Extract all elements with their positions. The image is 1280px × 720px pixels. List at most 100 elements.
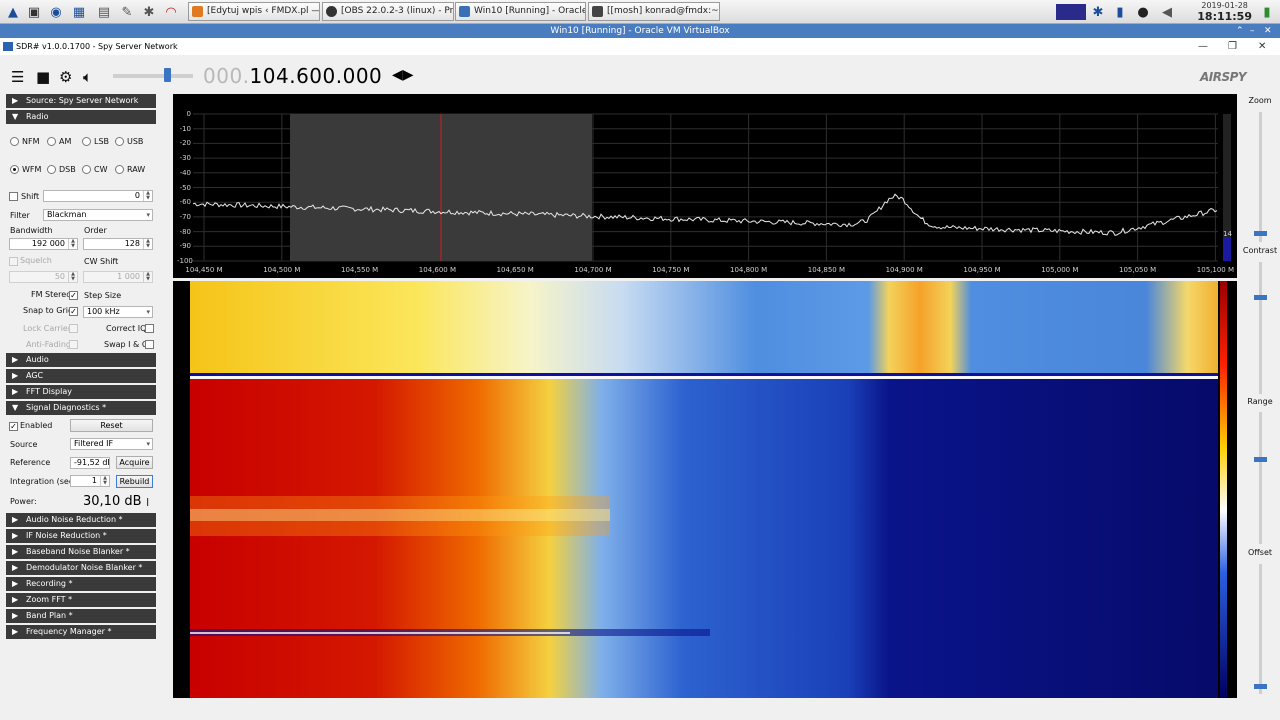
task-obs[interactable]: [OBS 22.0.2-3 (linux) - Pr... xyxy=(322,2,454,21)
battery-icon[interactable]: ▮ xyxy=(1258,3,1276,21)
zoom-slider-knob[interactable] xyxy=(1254,231,1267,236)
spectrum-plot[interactable] xyxy=(173,94,1237,278)
diag-acquire-button[interactable]: Acquire xyxy=(116,456,153,469)
virtualbox-close-icon[interactable]: ✕ xyxy=(1264,24,1272,38)
order-input[interactable]: 128 ▲ ▼ xyxy=(83,238,153,250)
clock[interactable]: 2019-01-28 18:11:59 xyxy=(1197,1,1252,23)
section-frequency-manager[interactable]: ▶ Frequency Manager * xyxy=(6,625,156,639)
squelch-label: Squelch xyxy=(20,256,52,265)
minimize-icon[interactable]: — xyxy=(1198,38,1208,55)
frequency-display[interactable]: 000.104.600.000 xyxy=(203,64,382,88)
network-launcher-icon[interactable]: ✱ xyxy=(140,3,158,21)
range-slider-knob[interactable] xyxy=(1254,457,1267,462)
cwshift-input[interactable]: 1 000 ▲ ▼ xyxy=(83,271,153,283)
shift-input[interactable]: 0 ▲ ▼ xyxy=(43,190,153,202)
lockcarrier-checkbox[interactable] xyxy=(69,324,78,333)
diag-enabled-checkbox[interactable]: ✓ xyxy=(9,422,18,431)
section-demodulator-noise-blanker[interactable]: ▶ Demodulator Noise Blanker * xyxy=(6,561,156,575)
zoom-slider[interactable] xyxy=(1259,112,1262,242)
squelch-checkbox[interactable] xyxy=(9,257,18,266)
volume-slider[interactable] xyxy=(113,74,193,78)
x-tick-label: 104,650 M xyxy=(496,266,534,274)
diag-integration-input[interactable]: 1 ▲ ▼ xyxy=(70,475,110,487)
offset-slider[interactable] xyxy=(1259,564,1262,694)
task-terminal[interactable]: [[mosh] konrad@fmdx:~] xyxy=(588,2,720,21)
spin-arrows-icon[interactable]: ▲ ▼ xyxy=(143,239,152,249)
task-firefox[interactable]: [Edytuj wpis ‹ FMDX.pl —... xyxy=(188,2,320,21)
frequency-step-arrows-icon[interactable]: ◀▶ xyxy=(392,67,414,83)
maximize-icon[interactable]: ❐ xyxy=(1228,38,1237,55)
wifi-icon[interactable]: ◠ xyxy=(162,3,180,21)
spin-arrows-icon[interactable]: ▲ ▼ xyxy=(143,272,152,282)
section-band-plan[interactable]: ▶ Band Plan * xyxy=(6,609,156,623)
close-icon[interactable]: ✕ xyxy=(1258,38,1266,55)
spin-arrows-icon[interactable]: ▲ ▼ xyxy=(100,476,109,486)
mode-lsb-radio[interactable] xyxy=(82,137,91,146)
files-launcher-icon[interactable]: ▤ xyxy=(95,3,113,21)
diag-reference-input[interactable]: -91,52 dB xyxy=(70,457,110,469)
virtualbox-pin-icon[interactable]: ⌃ xyxy=(1236,24,1244,38)
section-agc[interactable]: ▶ AGC xyxy=(6,369,156,383)
task-virtualbox[interactable]: Win10 [Running] - Oracle... xyxy=(455,2,586,21)
bluetooth-icon[interactable]: ✱ xyxy=(1089,3,1107,21)
speaker-icon[interactable]: 🔈︎ xyxy=(83,68,92,86)
shift-checkbox[interactable] xyxy=(9,192,18,201)
task-label: [[mosh] konrad@fmdx:~] xyxy=(607,6,720,16)
app-launcher-icon[interactable]: ▲ xyxy=(4,3,22,21)
frequency-digits[interactable]: 104.600.000 xyxy=(250,64,383,88)
section-signal-diagnostics[interactable]: ▼ Signal Diagnostics * xyxy=(6,401,156,415)
section-audio-noise-reduction[interactable]: ▶ Audio Noise Reduction * xyxy=(6,513,156,527)
mode-raw-radio[interactable] xyxy=(115,165,124,174)
x-tick-label: 104,500 M xyxy=(263,266,301,274)
section-baseband-noise-blanker[interactable]: ▶ Baseband Noise Blanker * xyxy=(6,545,156,559)
diag-rebuild-button[interactable]: Rebuild xyxy=(116,475,153,488)
stop-icon[interactable]: ■ xyxy=(36,68,50,86)
browser-launcher-icon[interactable]: ◉ xyxy=(47,3,65,21)
settings-launcher-icon[interactable]: ✎ xyxy=(118,3,136,21)
gear-icon[interactable]: ⚙ xyxy=(59,68,72,86)
antifading-checkbox[interactable] xyxy=(69,340,78,349)
cpu-graph-icon xyxy=(1056,4,1086,20)
section-zoom-fft[interactable]: ▶ Zoom FFT * xyxy=(6,593,156,607)
snap-checkbox[interactable]: ✓ xyxy=(69,307,78,316)
contrast-slider-knob[interactable] xyxy=(1254,295,1267,300)
range-slider[interactable] xyxy=(1259,412,1262,544)
volume-slider-knob[interactable] xyxy=(164,68,171,82)
obs-tray-icon[interactable]: ● xyxy=(1134,3,1152,21)
section-recording[interactable]: ▶ Recording * xyxy=(6,577,156,591)
mode-am-radio[interactable] xyxy=(47,137,56,146)
calculator-launcher-icon[interactable]: ▦ xyxy=(70,3,88,21)
contrast-slider[interactable] xyxy=(1259,262,1262,394)
section-fft-display[interactable]: ▶ FFT Display xyxy=(6,385,156,399)
bandwidth-input[interactable]: 192 000 ▲ ▼ xyxy=(9,238,78,250)
volume-tray-icon[interactable]: ◀ xyxy=(1158,3,1176,21)
mode-nfm-radio[interactable] xyxy=(10,137,19,146)
spin-arrows-icon[interactable]: ▲ ▼ xyxy=(143,191,152,201)
terminal-launcher-icon[interactable]: ▣ xyxy=(25,3,43,21)
section-radio[interactable]: ▼ Radio xyxy=(6,110,156,124)
filter-select[interactable]: Blackman ▾ xyxy=(43,209,153,221)
mode-dsb-radio[interactable] xyxy=(47,165,56,174)
offset-slider-knob[interactable] xyxy=(1254,684,1267,689)
menu-icon[interactable]: ☰ xyxy=(11,68,24,86)
spectrum-analyzer[interactable]: 0 -10 -20 -30 -40 -50 -60 -70 -80 -90 -100 104,450… xyxy=(173,94,1237,278)
diag-reset-button[interactable]: Reset xyxy=(70,419,153,432)
waterfall-image[interactable] xyxy=(173,281,1237,698)
spin-arrows-icon[interactable]: ▲ ▼ xyxy=(68,272,77,282)
swapiq-checkbox[interactable] xyxy=(145,340,154,349)
mode-usb-radio[interactable] xyxy=(115,137,124,146)
mode-cw-radio[interactable] xyxy=(82,165,91,174)
section-source[interactable]: ▶ Source: Spy Server Network xyxy=(6,94,156,108)
waterfall-display[interactable] xyxy=(173,281,1237,698)
virtualbox-minimize-icon[interactable]: – xyxy=(1250,24,1255,38)
diag-source-select[interactable]: Filtered IF ▾ xyxy=(70,438,153,450)
squelch-input[interactable]: 50 ▲ ▼ xyxy=(9,271,78,283)
signal-bars-icon[interactable]: ▮ xyxy=(1111,3,1129,21)
mode-wfm-radio[interactable] xyxy=(10,165,19,174)
stepsize-select[interactable]: 100 kHz ▾ xyxy=(83,306,153,318)
section-if-noise-reduction[interactable]: ▶ IF Noise Reduction * xyxy=(6,529,156,543)
section-audio[interactable]: ▶ Audio xyxy=(6,353,156,367)
fmstereo-checkbox[interactable]: ✓ xyxy=(69,291,78,300)
spin-arrows-icon[interactable]: ▲ ▼ xyxy=(68,239,77,249)
correctiq-checkbox[interactable] xyxy=(145,324,154,333)
